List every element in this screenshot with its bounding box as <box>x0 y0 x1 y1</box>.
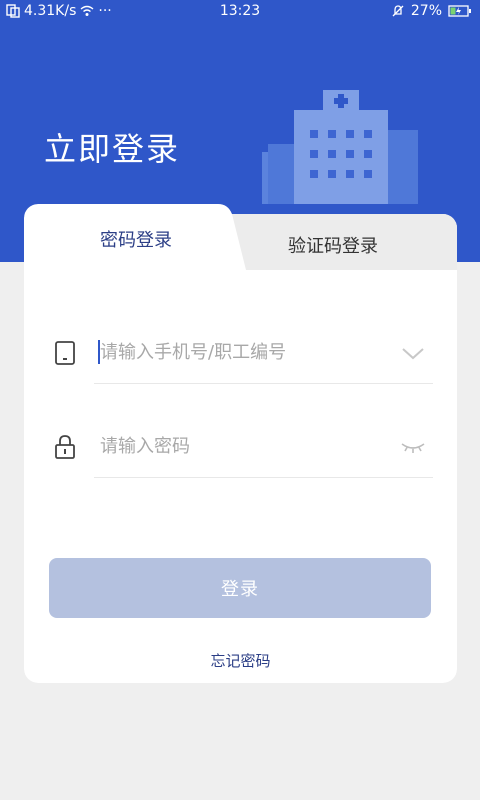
mute-bell-icon <box>392 5 404 17</box>
phone-input[interactable] <box>98 336 390 368</box>
phone-field <box>48 322 433 384</box>
password-input[interactable] <box>98 430 390 462</box>
password-field <box>48 416 433 478</box>
battery-percent: 27% <box>410 3 442 19</box>
lock-icon <box>55 435 75 459</box>
login-button[interactable]: 登录 <box>49 558 431 618</box>
tab-password-login[interactable]: 密码登录 <box>100 226 172 252</box>
phone-icon <box>55 341 75 365</box>
forgot-password-link[interactable]: 忘记密码 <box>24 650 457 671</box>
status-bar: 4.31K/s ··· 13:23 27% <box>0 0 480 24</box>
text-cursor <box>98 340 100 364</box>
battery-icon <box>448 5 471 17</box>
login-screen: 立即登录 4.31K/s ··· 13:23 27% 密码登录 验证码登录 请输… <box>0 0 480 800</box>
login-card: 密码登录 验证码登录 请输入手机号/职工编号 登录 忘记密码 <box>24 204 457 683</box>
chevron-down-icon[interactable] <box>399 340 427 366</box>
page-title: 立即登录 <box>44 130 181 168</box>
tab-code-login[interactable]: 验证码登录 <box>288 232 378 258</box>
hospital-building-icon <box>262 90 418 204</box>
eye-closed-icon[interactable] <box>399 434 427 460</box>
